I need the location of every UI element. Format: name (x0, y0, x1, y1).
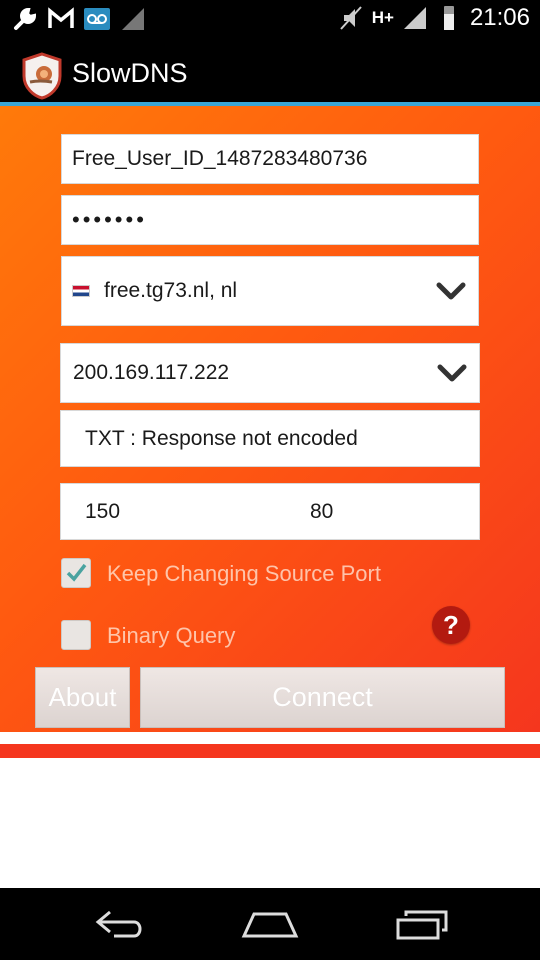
gmail-icon (48, 7, 74, 28)
about-button[interactable]: About (35, 667, 130, 728)
battery-icon (443, 6, 454, 30)
status-bar: H+ 21:06 (0, 0, 540, 38)
help-icon[interactable]: ? (432, 606, 470, 644)
chevron-down-icon (437, 364, 467, 382)
back-icon[interactable] (90, 904, 150, 944)
connect-button[interactable]: Connect (140, 667, 505, 728)
mute-icon (339, 6, 362, 30)
navigation-bar (0, 888, 540, 960)
bottom-stripe (0, 744, 540, 758)
port-a-input[interactable]: 150 (85, 500, 120, 524)
app-title: SlowDNS (72, 58, 188, 88)
ports-row: 150 80 (60, 483, 480, 540)
wrench-icon (14, 7, 37, 30)
action-bar: SlowDNS (0, 38, 540, 106)
binary-query-label: Binary Query (107, 623, 236, 648)
password-field[interactable]: ••••••• (61, 195, 479, 245)
binary-query-checkbox[interactable] (61, 620, 91, 650)
voicemail-icon (84, 8, 110, 30)
password-value: ••••••• (72, 207, 147, 232)
dns-ip-value: 200.169.117.222 (73, 361, 230, 384)
netherlands-flag-icon (72, 285, 90, 297)
mode-field[interactable]: TXT : Response not encoded (60, 410, 480, 467)
keep-changing-port-label: Keep Changing Source Port (107, 561, 381, 586)
signal-icon (403, 7, 426, 29)
keep-changing-port-checkbox[interactable] (61, 558, 91, 588)
clock: 21:06 (469, 4, 530, 31)
checkmark-icon (66, 563, 87, 582)
server-value: free.tg73.nl, nl (104, 279, 238, 302)
mode-value: TXT : Response not encoded (85, 426, 358, 450)
network-type-label: H+ (371, 8, 394, 27)
server-select[interactable]: free.tg73.nl, nl (61, 256, 479, 326)
dns-ip-select[interactable]: 200.169.117.222 (60, 343, 480, 403)
user-id-field[interactable]: Free_User_ID_1487283480736 (61, 134, 479, 184)
port-b-input[interactable]: 80 (310, 500, 333, 524)
snail-shield-icon[interactable] (20, 52, 64, 100)
user-id-value: Free_User_ID_1487283480736 (72, 147, 368, 170)
main-content: Free_User_ID_1487283480736 ••••••• free.… (0, 106, 540, 732)
recents-icon[interactable] (392, 904, 452, 944)
chevron-down-icon (436, 282, 466, 300)
signal-icon (122, 8, 144, 30)
home-icon[interactable] (240, 904, 300, 944)
